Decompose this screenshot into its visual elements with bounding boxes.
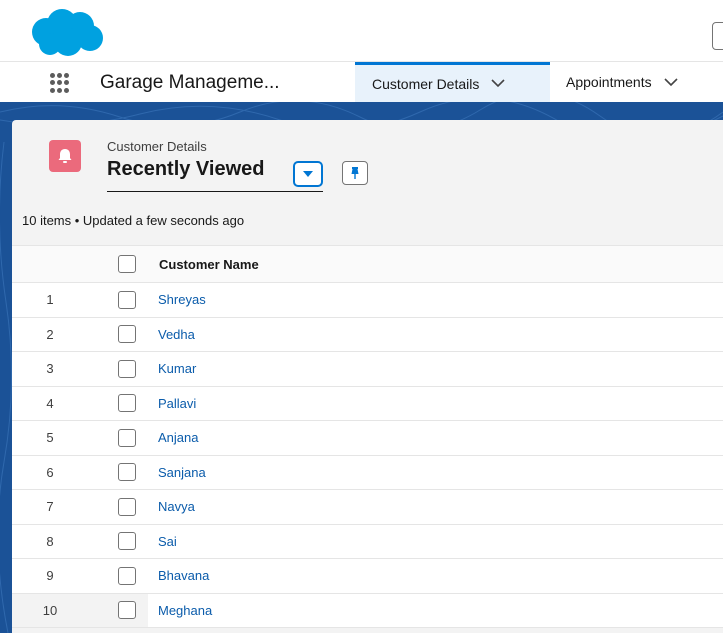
- row-number: 1: [46, 292, 54, 308]
- row-checkbox[interactable]: [118, 394, 136, 413]
- column-header-customer-name[interactable]: Customer Name: [159, 246, 259, 282]
- customer-name-link[interactable]: Bhavana: [158, 568, 209, 583]
- list-status-text: 10 items • Updated a few seconds ago: [22, 213, 245, 228]
- customer-name-link[interactable]: Anjana: [158, 430, 198, 445]
- table-row: 2 Vedha: [12, 317, 723, 352]
- customer-name-link[interactable]: Meghana: [158, 603, 212, 618]
- table-row: 3 Kumar: [12, 352, 723, 387]
- row-number: 2: [46, 326, 54, 342]
- customer-name-link[interactable]: Pallavi: [158, 396, 196, 411]
- object-label: Customer Details: [107, 139, 207, 154]
- pin-button[interactable]: [342, 161, 368, 185]
- table-row: 10 Meghana: [12, 593, 723, 628]
- customer-name-link[interactable]: Navya: [158, 499, 195, 514]
- tab-customer-details[interactable]: Customer Details: [355, 62, 550, 102]
- row-checkbox[interactable]: [118, 325, 136, 344]
- chevron-down-icon[interactable]: [664, 77, 678, 87]
- name-cell: Shreyas: [148, 283, 723, 317]
- cloud-logo-icon[interactable]: [28, 8, 106, 58]
- row-number: 5: [46, 430, 54, 446]
- table-row: 5 Anjana: [12, 421, 723, 456]
- waffle-icon[interactable]: [50, 73, 70, 93]
- name-cell: Kumar: [148, 352, 723, 386]
- records-table: Customer Name 1 Shreyas 2 Vedha 3 Kumar …: [12, 245, 723, 628]
- bell-icon: [58, 149, 72, 163]
- name-cell: Bhavana: [148, 559, 723, 593]
- row-number: 6: [46, 464, 54, 480]
- list-view-title[interactable]: Recently Viewed: [107, 158, 264, 181]
- table-row: 1 Shreyas: [12, 283, 723, 318]
- tab-label: Appointments: [566, 74, 652, 90]
- customer-name-link[interactable]: Sai: [158, 534, 177, 549]
- row-number: 8: [46, 533, 54, 549]
- pin-icon: [351, 167, 359, 179]
- tab-label: Customer Details: [372, 75, 480, 92]
- object-icon: [49, 140, 81, 172]
- table-row: 4 Pallavi: [12, 386, 723, 421]
- table-row: 7 Navya: [12, 490, 723, 525]
- app-name: Garage Manageme...: [100, 72, 280, 93]
- name-cell: Vedha: [148, 318, 723, 352]
- customer-name-link[interactable]: Vedha: [158, 327, 195, 342]
- row-checkbox[interactable]: [118, 290, 136, 309]
- table-row: 9 Bhavana: [12, 559, 723, 594]
- name-cell: Sanjana: [148, 456, 723, 490]
- global-header: [0, 0, 723, 62]
- row-checkbox[interactable]: [118, 463, 136, 482]
- caret-down-icon: [303, 171, 313, 177]
- tab-appointments[interactable]: Appointments: [552, 62, 723, 102]
- row-checkbox[interactable]: [118, 428, 136, 447]
- name-cell: Navya: [148, 490, 723, 524]
- table-header-row: Customer Name: [12, 245, 723, 283]
- name-cell: Sai: [148, 525, 723, 559]
- row-number: 10: [42, 602, 58, 618]
- customer-name-link[interactable]: Kumar: [158, 361, 196, 376]
- row-number: 4: [46, 395, 54, 411]
- row-checkbox[interactable]: [118, 532, 136, 551]
- select-all-checkbox[interactable]: [118, 255, 136, 273]
- row-checkbox[interactable]: [118, 566, 136, 585]
- chevron-down-icon[interactable]: [491, 79, 505, 88]
- header-search-box[interactable]: [712, 22, 723, 50]
- row-number: 7: [46, 499, 54, 515]
- navigation-bar: Garage Manageme... Customer Details Appo…: [0, 62, 723, 102]
- name-cell: Anjana: [148, 421, 723, 455]
- row-number: 9: [46, 568, 54, 584]
- list-view-dropdown-button[interactable]: [293, 161, 323, 187]
- table-row: 6 Sanjana: [12, 455, 723, 490]
- row-checkbox[interactable]: [118, 601, 136, 620]
- row-number: 3: [46, 361, 54, 377]
- row-checkbox[interactable]: [118, 497, 136, 516]
- customer-name-link[interactable]: Shreyas: [158, 292, 206, 307]
- name-cell: Pallavi: [148, 387, 723, 421]
- customer-name-link[interactable]: Sanjana: [158, 465, 206, 480]
- table-row: 8 Sai: [12, 524, 723, 559]
- title-underline: [107, 191, 323, 192]
- name-cell: Meghana: [148, 593, 723, 627]
- row-checkbox[interactable]: [118, 359, 136, 378]
